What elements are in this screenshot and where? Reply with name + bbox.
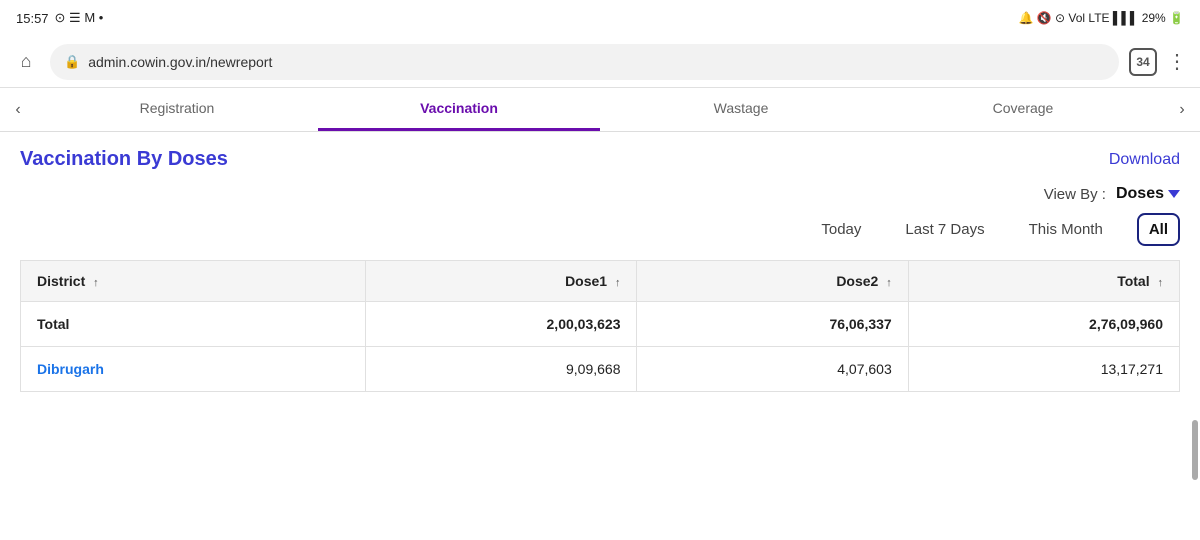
cell-dose2-dibrugarh: 4,07,603 bbox=[637, 347, 908, 392]
status-icons: ⊙ ☰ M • bbox=[55, 10, 104, 26]
sort-arrow-dose2: ↑ bbox=[886, 277, 892, 289]
menu-dots[interactable]: ⋮ bbox=[1167, 49, 1188, 74]
url-bar: ⌂ 🔒 admin.cowin.gov.in/newreport 34 ⋮ bbox=[0, 36, 1200, 88]
tab-registration[interactable]: Registration bbox=[36, 88, 318, 131]
cell-district-dibrugarh[interactable]: Dibrugarh bbox=[21, 347, 366, 392]
table-header-row: District ↑ Dose1 ↑ Dose2 ↑ Total ↑ bbox=[21, 261, 1180, 302]
sort-arrow-total: ↑ bbox=[1158, 277, 1164, 289]
cell-district-total: Total bbox=[21, 302, 366, 347]
section-title: Vaccination By Doses bbox=[20, 148, 228, 171]
main-content: Vaccination By Doses Download View By : … bbox=[0, 132, 1200, 540]
cell-dose2-total: 76,06,337 bbox=[637, 302, 908, 347]
filter-today[interactable]: Today bbox=[811, 215, 871, 244]
nav-next-arrow[interactable]: › bbox=[1164, 88, 1200, 131]
url-text: admin.cowin.gov.in/newreport bbox=[88, 54, 272, 70]
col-header-total[interactable]: Total ↑ bbox=[908, 261, 1179, 302]
time: 15:57 bbox=[16, 11, 49, 26]
table-row: Dibrugarh 9,09,668 4,07,603 13,17,271 bbox=[21, 347, 1180, 392]
cell-total-dibrugarh: 13,17,271 bbox=[908, 347, 1179, 392]
view-by-value[interactable]: Doses bbox=[1116, 185, 1180, 203]
filter-last7days[interactable]: Last 7 Days bbox=[895, 215, 994, 244]
col-header-district[interactable]: District ↑ bbox=[21, 261, 366, 302]
tab-coverage[interactable]: Coverage bbox=[882, 88, 1164, 131]
status-left: 15:57 ⊙ ☰ M • bbox=[16, 10, 103, 26]
nav-prev-arrow[interactable]: ‹ bbox=[0, 88, 36, 131]
sort-arrow-district: ↑ bbox=[93, 277, 99, 289]
section-header: Vaccination By Doses Download bbox=[20, 148, 1180, 171]
view-by-label: View By : bbox=[1044, 186, 1106, 203]
url-field[interactable]: 🔒 admin.cowin.gov.in/newreport bbox=[50, 44, 1119, 80]
battery-icons: 🔔 🔇 ⊙ Vol LTE ▌▌▌ 29% 🔋 bbox=[1018, 11, 1184, 25]
tab-count[interactable]: 34 bbox=[1129, 48, 1157, 76]
dropdown-arrow-icon bbox=[1168, 190, 1180, 198]
col-header-dose1[interactable]: Dose1 ↑ bbox=[366, 261, 637, 302]
download-button[interactable]: Download bbox=[1109, 151, 1180, 169]
filter-all[interactable]: All bbox=[1137, 213, 1180, 246]
status-bar: 15:57 ⊙ ☰ M • 🔔 🔇 ⊙ Vol LTE ▌▌▌ 29% 🔋 bbox=[0, 0, 1200, 36]
view-by-row: View By : Doses bbox=[20, 185, 1180, 203]
data-table: District ↑ Dose1 ↑ Dose2 ↑ Total ↑ bbox=[20, 260, 1180, 392]
sort-arrow-dose1: ↑ bbox=[615, 277, 621, 289]
home-icon[interactable]: ⌂ bbox=[12, 48, 40, 76]
nav-tabs: ‹ Registration Vaccination Wastage Cover… bbox=[0, 88, 1200, 132]
lock-icon: 🔒 bbox=[64, 54, 80, 70]
col-header-dose2[interactable]: Dose2 ↑ bbox=[637, 261, 908, 302]
time-filter-row: Today Last 7 Days This Month All bbox=[20, 213, 1180, 246]
status-right: 🔔 🔇 ⊙ Vol LTE ▌▌▌ 29% 🔋 bbox=[1018, 11, 1184, 25]
cell-total-total: 2,76,09,960 bbox=[908, 302, 1179, 347]
table-row: Total 2,00,03,623 76,06,337 2,76,09,960 bbox=[21, 302, 1180, 347]
cell-dose1-total: 2,00,03,623 bbox=[366, 302, 637, 347]
tab-vaccination[interactable]: Vaccination bbox=[318, 88, 600, 131]
scrollbar[interactable] bbox=[1192, 420, 1198, 480]
tab-wastage[interactable]: Wastage bbox=[600, 88, 882, 131]
filter-thismonth[interactable]: This Month bbox=[1019, 215, 1113, 244]
cell-dose1-dibrugarh: 9,09,668 bbox=[366, 347, 637, 392]
